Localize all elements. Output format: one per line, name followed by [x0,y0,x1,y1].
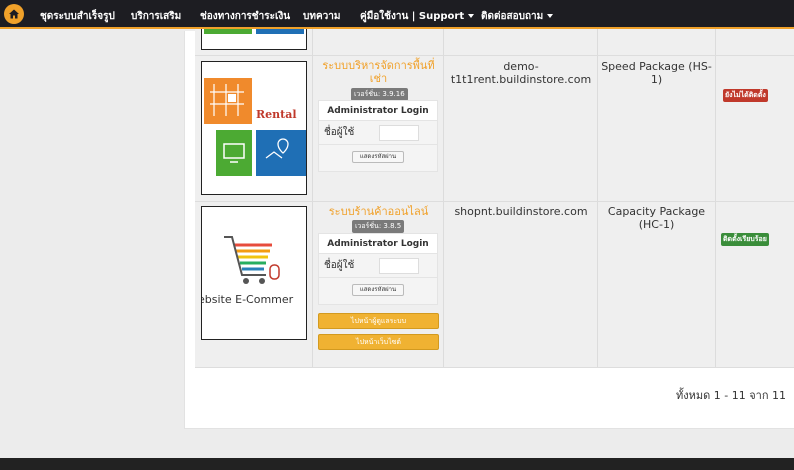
nav-item-packages[interactable]: ชุดระบบสำเร็จรูป [40,9,115,24]
status-badge: ติดตั้งเรียบร้อย [721,233,769,246]
username-label: ชื่อผู้ใช้ [324,260,355,271]
thumbnail-label: ebsite E-Commer [201,293,294,306]
shopping-cart-icon [224,236,280,284]
nav-item-support[interactable]: คู่มือใช้งาน | Support [360,9,475,24]
footer [0,458,794,470]
nav-item-contact[interactable]: ติดต่อสอบถาม [481,9,554,24]
location-tile [256,130,306,176]
nav-item-support-label: คู่มือใช้งาน | Support [360,11,465,22]
admin-login-title: Administrator Login [319,234,437,254]
username-row: ชื่อผู้ใช้ [319,254,437,278]
product-name-link[interactable]: ระบบบริหารจัดการพื้นที่เช่า [318,59,439,85]
pagination-summary: ทั้งหมด 1 - 11 จาก 11 [676,389,786,402]
nav-item-payment[interactable]: ช่องทางการชำระเงิน [200,9,290,24]
nav-item-contact-label: ติดต่อสอบถาม [481,11,544,22]
top-navbar: ชุดระบบสำเร็จรูป บริการเสริม ช่องทางการช… [0,0,794,29]
go-to-website-button[interactable]: ไปหน้าเว็บไซต์ [318,334,439,350]
admin-login-title: Administrator Login [319,101,437,121]
home-icon[interactable] [4,3,24,24]
grid-tile [204,78,252,124]
username-row: ชื่อผู้ใช้ [319,121,437,145]
admin-login-box: Administrator Login ชื่อผู้ใช้ แสดงรหัสผ… [318,233,438,305]
go-to-backend-button[interactable]: ไปหน้าผู้ดูแลระบบ [318,313,439,329]
username-input[interactable] [379,124,419,141]
monitor-tile [216,130,252,176]
package-name: Speed Package (HS-1) [601,60,712,86]
thumbnail-label: Rental [256,108,297,121]
username-input[interactable] [379,257,419,274]
product-thumbnail: Rental [201,61,307,195]
status-badge: ยังไม่ได้ติดตั้ง [723,89,768,102]
domain-link[interactable]: demo-t1t1rent.buildinstore.com [446,60,596,86]
chevron-down-icon [468,14,475,18]
product-thumbnail [201,29,307,50]
package-name: Capacity Package (HC-1) [607,205,706,231]
admin-login-box: Administrator Login ชื่อผู้ใช้ แสดงรหัสผ… [318,100,438,172]
nav-item-articles[interactable]: บทความ [303,9,340,24]
product-name-link[interactable]: ระบบร้านค้าออนไลน์ [318,205,439,218]
username-label: ชื่อผู้ใช้ [324,127,355,138]
nav-item-addons[interactable]: บริการเสริม [131,9,181,24]
product-thumbnail: ebsite E-Commer [201,206,307,340]
show-password-button[interactable]: แสดงรหัสผ่าน [352,151,404,163]
version-badge: เวอร์ชั่น: 3.8.5 [352,220,405,233]
show-password-button[interactable]: แสดงรหัสผ่าน [352,284,404,296]
domain-link[interactable]: shopnt.buildinstore.com [446,205,596,218]
chevron-down-icon [547,14,554,18]
